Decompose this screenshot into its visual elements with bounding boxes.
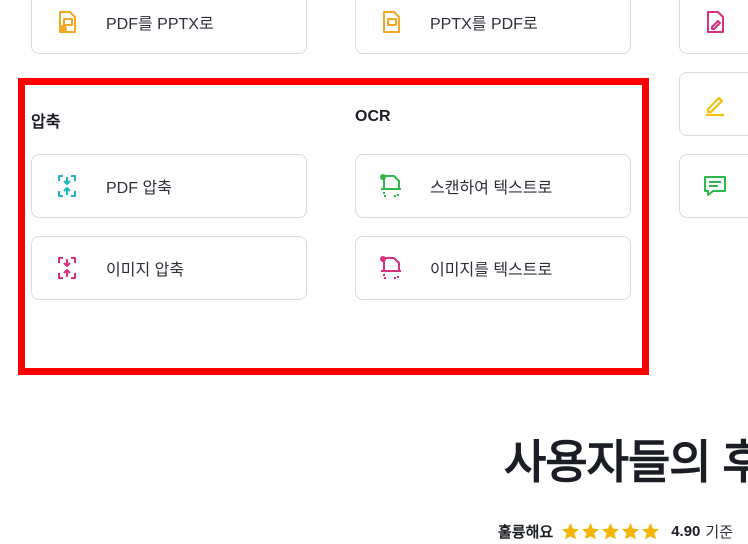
rating-word: 훌륭해요 bbox=[498, 524, 554, 541]
pdf-to-pptx-icon bbox=[54, 9, 80, 35]
pdf-to-pptx-label: PDF를 PPTX로 bbox=[106, 16, 214, 33]
edit-pdf-card[interactable] bbox=[679, 72, 748, 136]
star-icon bbox=[622, 522, 640, 540]
star-icon bbox=[562, 522, 580, 540]
sign-pdf-icon bbox=[702, 9, 728, 35]
comment-pdf-card[interactable] bbox=[679, 154, 748, 218]
pptx-to-pdf-icon bbox=[378, 9, 404, 35]
rating-score: 4.90 bbox=[671, 523, 701, 540]
star-rating bbox=[561, 522, 661, 541]
pptx-to-pdf-card[interactable]: PPTX를 PDF로 bbox=[355, 0, 631, 54]
rating-summary: 훌륭해요 4.90 기준 bbox=[498, 521, 733, 542]
highlight-box bbox=[18, 78, 649, 375]
pptx-to-pdf-label: PPTX를 PDF로 bbox=[430, 16, 538, 33]
comment-icon bbox=[702, 173, 728, 199]
pdf-to-pptx-card[interactable]: PDF를 PPTX로 bbox=[31, 0, 307, 54]
star-icon bbox=[642, 522, 660, 540]
sign-pdf-card[interactable] bbox=[679, 0, 748, 54]
star-icon bbox=[602, 522, 620, 540]
reviews-title: 사용자들의 후 bbox=[504, 436, 748, 488]
star-icon bbox=[582, 522, 600, 540]
rating-basis: 기준 bbox=[705, 524, 734, 541]
pen-icon bbox=[702, 91, 728, 117]
